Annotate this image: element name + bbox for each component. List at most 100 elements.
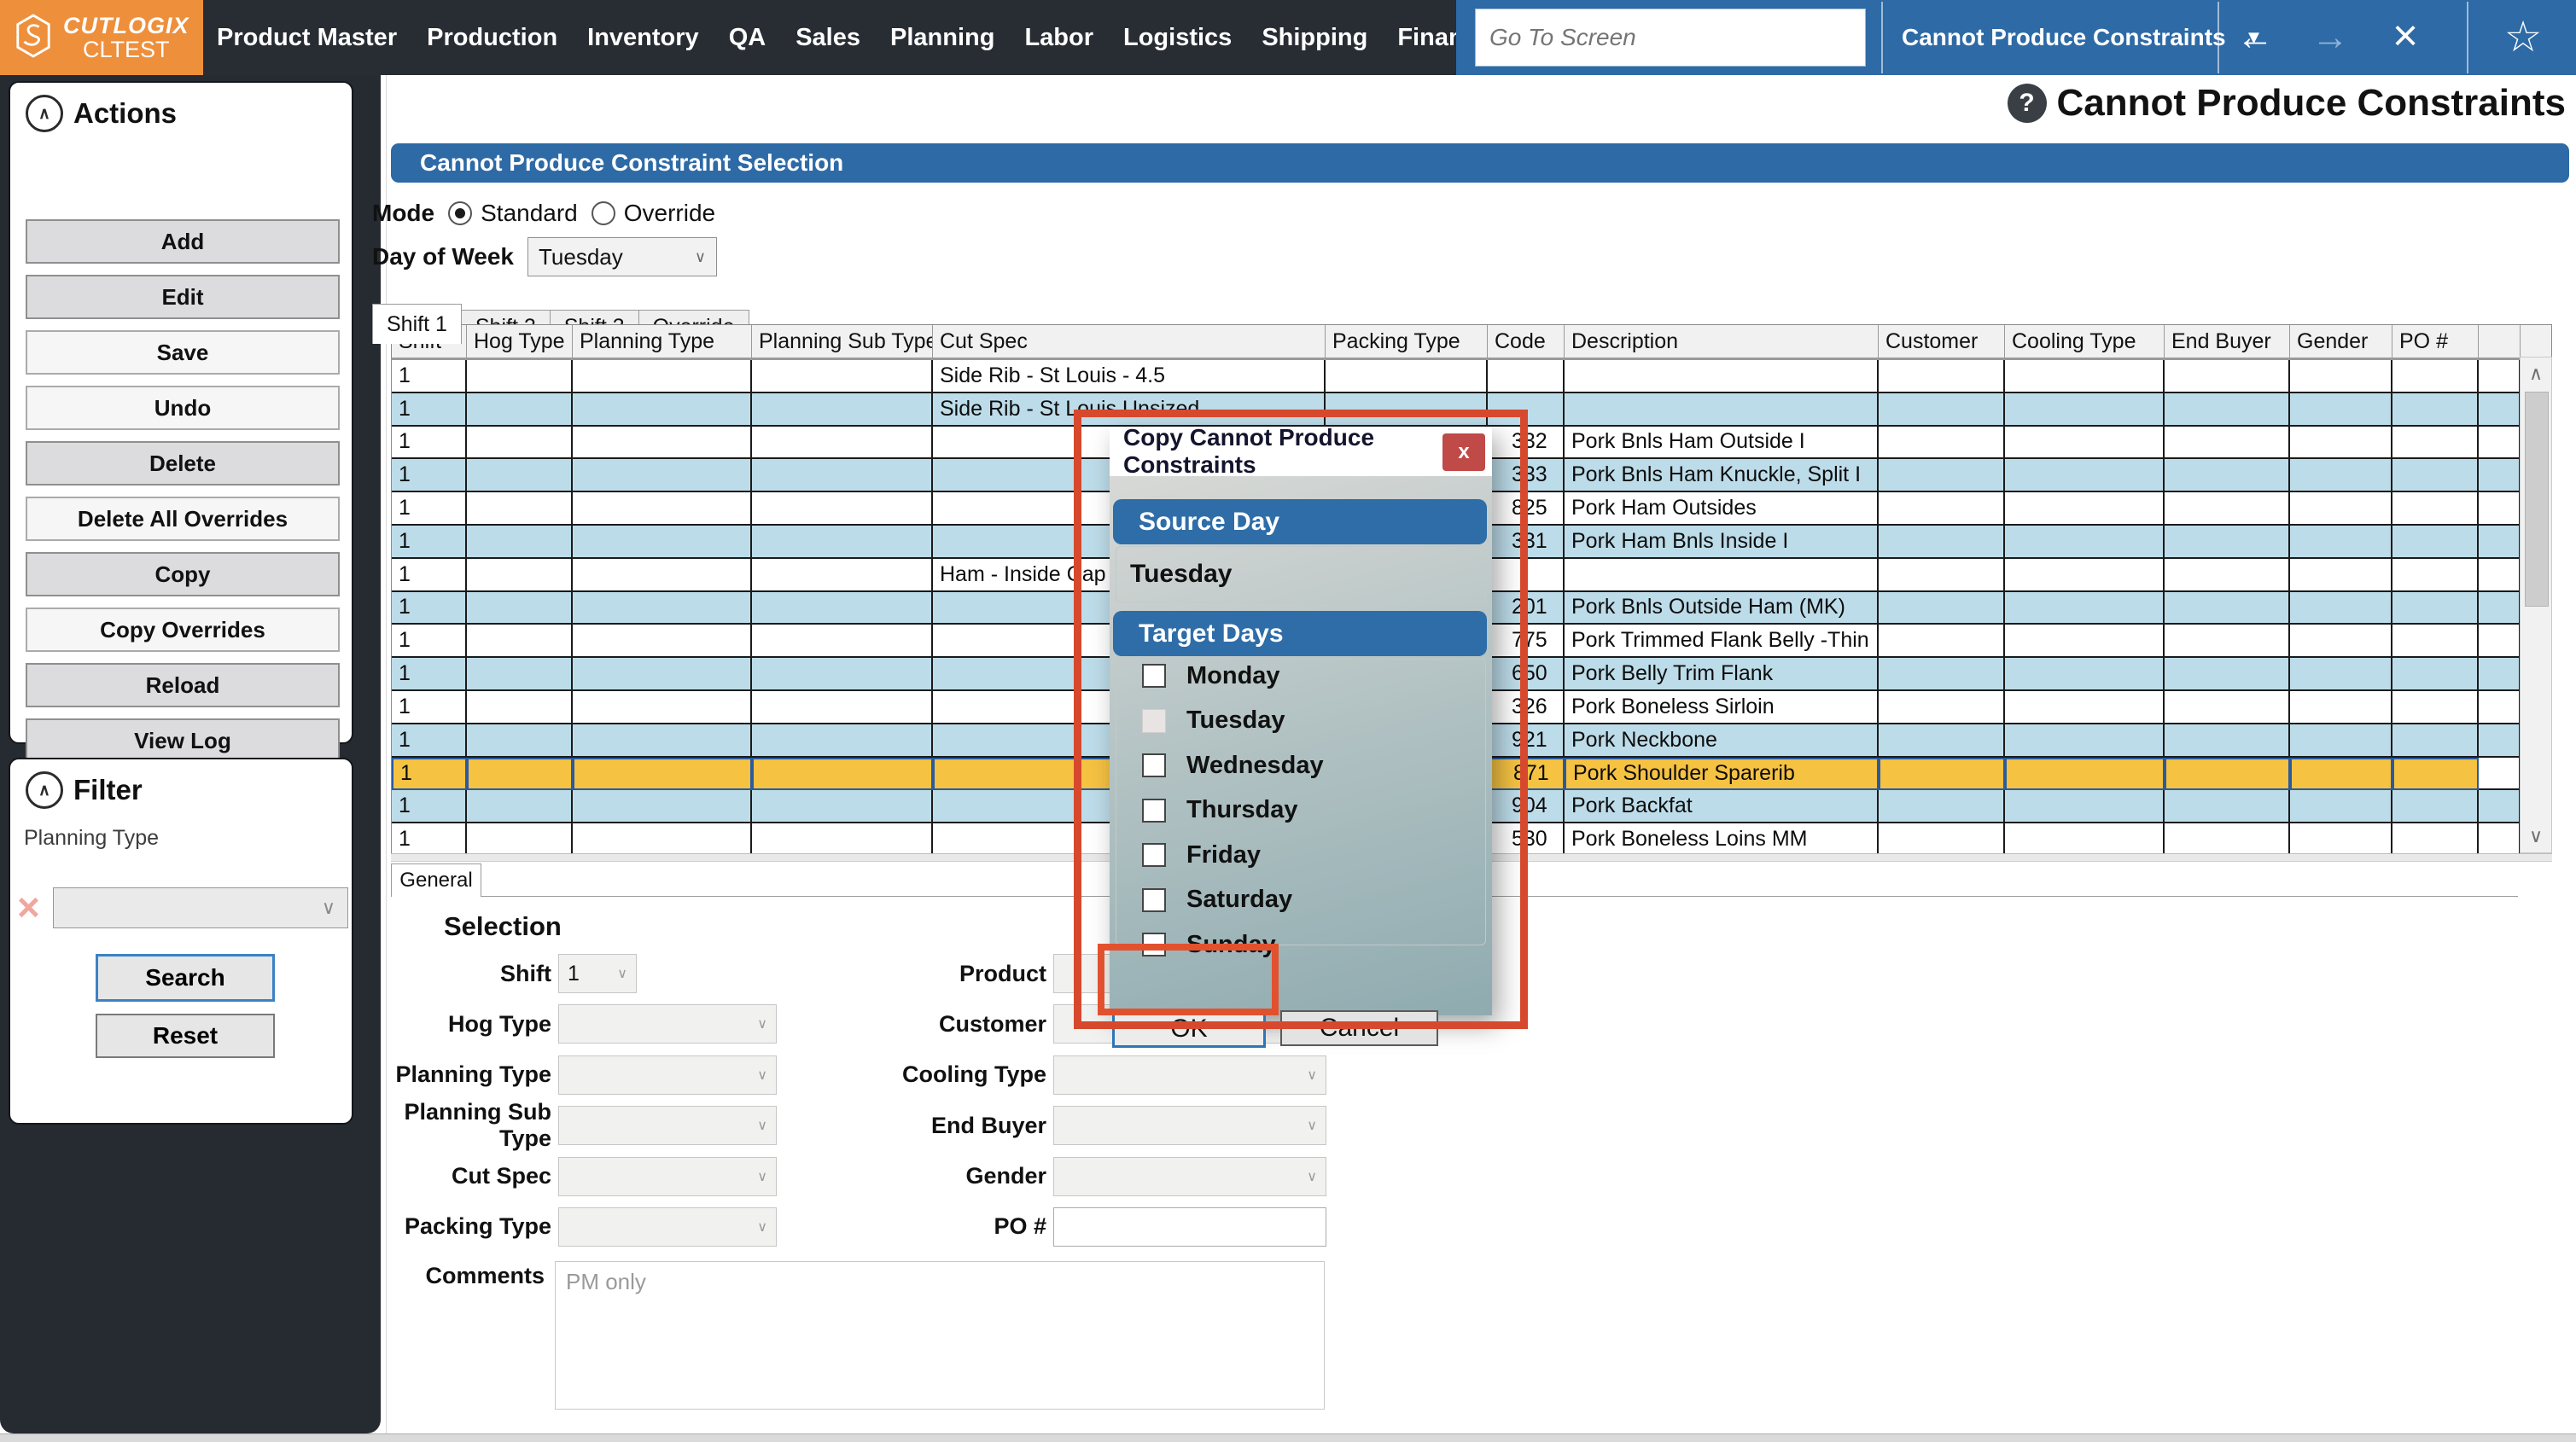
product-label: Product [854, 961, 1053, 987]
help-icon[interactable]: ? [2008, 84, 2047, 123]
dialog-close-button[interactable]: x [1442, 433, 1485, 471]
reset-button[interactable]: Reset [96, 1014, 275, 1058]
planning-type-field[interactable]: ∨ [558, 1055, 777, 1095]
grid-cell [2479, 360, 2521, 393]
cut-spec-field[interactable]: ∨ [558, 1157, 777, 1196]
favorite-star-icon[interactable]: ☆ [2489, 12, 2557, 61]
edit-button[interactable]: Edit [26, 275, 340, 319]
grid-cell [2290, 592, 2392, 625]
table-row[interactable]: 1Side Rib - St Louis Unsized [392, 393, 2552, 427]
nav-item-sales[interactable]: Sales [796, 24, 860, 52]
column-header-filler[interactable] [2479, 325, 2521, 358]
goto-screen-search[interactable] [1475, 9, 1866, 67]
column-header-customer[interactable]: Customer [1879, 325, 2005, 358]
nav-item-planning[interactable]: Planning [890, 24, 994, 52]
grid-cell [2479, 459, 2521, 492]
shift-field[interactable]: 1∨ [558, 954, 637, 993]
clear-filter-icon[interactable]: × [17, 887, 40, 927]
ok-button[interactable]: OK [1112, 1010, 1266, 1048]
column-header-end-buyer[interactable]: End Buyer [2165, 325, 2290, 358]
gender-field[interactable]: ∨ [1053, 1157, 1326, 1196]
day-of-week-select[interactable]: Tuesday ∨ [527, 237, 717, 276]
day-of-week-value: Tuesday [539, 244, 623, 270]
grid-cell [2165, 526, 2290, 559]
column-header-cut-spec[interactable]: Cut Spec [933, 325, 1326, 358]
mode-label: Mode [372, 200, 434, 227]
close-screen-icon[interactable]: × [2380, 12, 2431, 60]
mode-radio-override[interactable]: Override [592, 200, 715, 227]
column-header-planning-type[interactable]: Planning Type [573, 325, 752, 358]
cooling-type-field[interactable]: ∨ [1053, 1055, 1326, 1095]
mode-radio-standard[interactable]: Standard [448, 200, 578, 227]
column-header-packing-type[interactable]: Packing Type [1326, 325, 1488, 358]
scroll-up-icon[interactable]: ∧ [2521, 358, 2551, 390]
reload-button[interactable]: Reload [26, 663, 340, 707]
grid-cell [1879, 758, 2005, 791]
scrollbar-thumb[interactable] [2525, 392, 2549, 607]
thursday-checkbox[interactable] [1142, 799, 1166, 823]
checkbox-label: Sunday [1186, 931, 1276, 959]
save-button[interactable]: Save [26, 330, 340, 375]
column-header-gender[interactable]: Gender [2290, 325, 2392, 358]
undo-button[interactable]: Undo [26, 386, 340, 430]
grid-cell [2290, 559, 2392, 592]
back-arrow-icon[interactable]: ← [2229, 15, 2281, 60]
grid-cell [1879, 625, 2005, 658]
friday-checkbox[interactable] [1142, 843, 1166, 867]
scroll-down-icon[interactable]: ∨ [2521, 820, 2551, 852]
grid-cell [1565, 360, 1879, 393]
cancel-button[interactable]: Cancel [1280, 1010, 1438, 1046]
collapse-filter-icon[interactable]: ∧ [26, 771, 63, 809]
screen-selector-label: Cannot Produce Constraints [1902, 24, 2226, 51]
nav-item-logistics[interactable]: Logistics [1123, 24, 1232, 52]
view-log-button[interactable]: View Log [26, 718, 340, 763]
tab-general[interactable]: General [391, 863, 481, 897]
po--field[interactable] [1053, 1207, 1326, 1247]
copy-overrides-button[interactable]: Copy Overrides [26, 608, 340, 652]
checkbox-label: Tuesday [1186, 706, 1285, 735]
nav-item-shipping[interactable]: Shipping [1262, 24, 1367, 52]
column-header-po-[interactable]: PO # [2392, 325, 2479, 358]
packing-type-field[interactable]: ∨ [558, 1207, 777, 1247]
planning-sub-type-field[interactable]: ∨ [558, 1106, 777, 1145]
tab-shift-1[interactable]: Shift 1 [372, 304, 462, 344]
checkbox-label: Wednesday [1186, 752, 1324, 780]
add-button[interactable]: Add [26, 219, 340, 264]
grid-cell [1488, 559, 1565, 592]
sunday-checkbox[interactable] [1142, 933, 1166, 956]
screen-selector-dropdown[interactable]: Cannot Produce Constraints ▼ [1888, 0, 2212, 75]
goto-screen-input[interactable] [1476, 9, 1865, 66]
collapse-actions-icon[interactable]: ∧ [26, 95, 63, 132]
nav-item-inventory[interactable]: Inventory [587, 24, 699, 52]
table-row[interactable]: 1Side Rib - St Louis - 4.5 [392, 360, 2552, 393]
column-header-cooling-type[interactable]: Cooling Type [2005, 325, 2165, 358]
column-header-planning-sub-type[interactable]: Planning Sub Type [752, 325, 933, 358]
planning-type-filter-select[interactable]: ∨ [53, 887, 348, 928]
copy-button[interactable]: Copy [26, 552, 340, 596]
forward-arrow-icon[interactable]: → [2305, 15, 2356, 60]
delete-all-overrides-button[interactable]: Delete All Overrides [26, 497, 340, 541]
page-title: Cannot Produce Constraints [2057, 82, 2567, 125]
horizontal-scrollbar[interactable] [0, 1433, 2576, 1442]
delete-button[interactable]: Delete [26, 441, 340, 486]
grid-cell [2005, 427, 2165, 460]
comments-textarea[interactable]: PM only [555, 1261, 1325, 1410]
wednesday-checkbox[interactable] [1142, 753, 1166, 777]
nav-item-qa[interactable]: QA [729, 24, 766, 52]
grid-cell [467, 526, 573, 559]
hog-type-field[interactable]: ∨ [558, 1004, 777, 1044]
end-buyer-field[interactable]: ∨ [1053, 1106, 1326, 1145]
grid-cell [2290, 823, 2392, 857]
grid-cell [467, 459, 573, 492]
search-button[interactable]: Search [96, 954, 275, 1002]
monday-checkbox[interactable] [1142, 664, 1166, 688]
nav-item-product-master[interactable]: Product Master [217, 24, 397, 52]
grid-vertical-scrollbar[interactable]: ∧ ∨ [2520, 357, 2552, 853]
grid-cell [2392, 823, 2479, 857]
saturday-checkbox[interactable] [1142, 888, 1166, 912]
nav-item-labor[interactable]: Labor [1024, 24, 1093, 52]
column-header-code[interactable]: Code [1488, 325, 1565, 358]
nav-item-production[interactable]: Production [427, 24, 557, 52]
column-header-hog-type[interactable]: Hog Type [467, 325, 573, 358]
column-header-description[interactable]: Description [1565, 325, 1879, 358]
